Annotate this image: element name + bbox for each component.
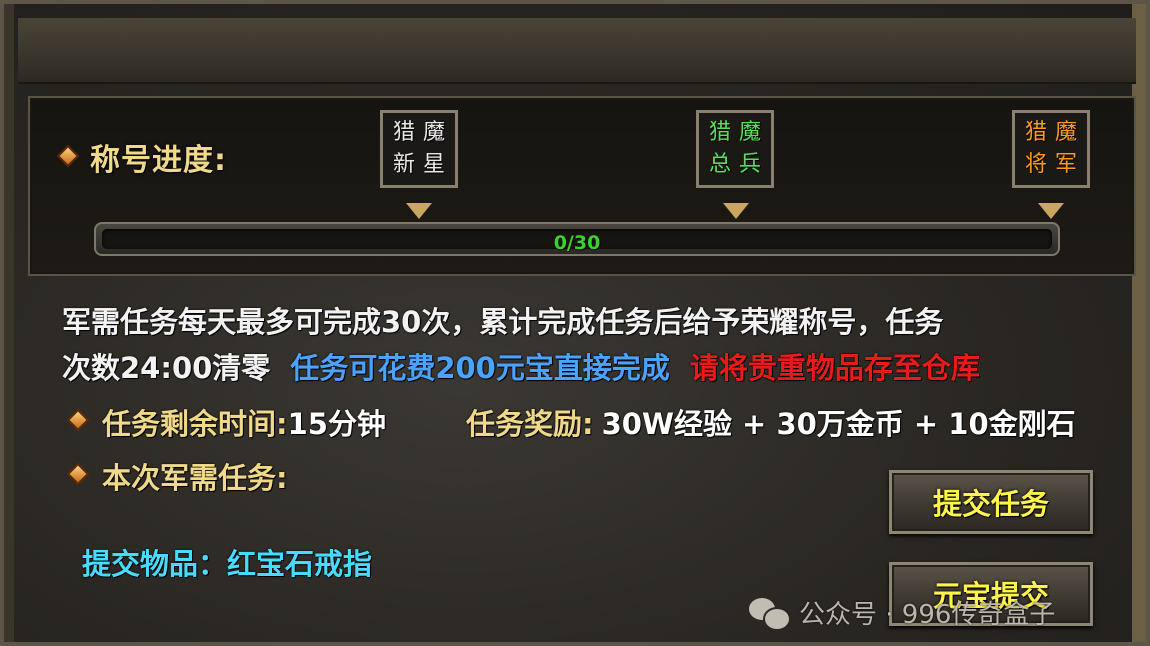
milestone-commander-line2: 总兵 xyxy=(708,152,769,177)
milestone-rookie-line2: 新星 xyxy=(392,152,453,177)
yuanbao-complete-hint: 任务可花费200元宝直接完成 xyxy=(290,351,670,385)
diamond-bullet-icon xyxy=(66,462,90,486)
storage-warning: 请将贵重物品存至仓库 xyxy=(689,351,980,385)
task-time-row: 任务剩余时间:15分钟 xyxy=(102,401,386,443)
task-reward-row: 任务奖励: 30W经验 + 30万金币 + 10金刚石 xyxy=(466,401,1076,443)
task-time-value: 15分钟 xyxy=(287,407,386,441)
description-line2: 次数24:00清零 任务可花费200元宝直接完成 请将贵重物品存至仓库 xyxy=(62,345,980,387)
milestone-commander-line1: 猎魔 xyxy=(708,120,769,145)
title-progress-label: 称号进度: xyxy=(90,143,227,178)
task-window: 称号进度: 猎魔 新星 猎魔 总兵 猎魔 将军 0/30 军需任务每天最多可完成… xyxy=(0,0,1150,646)
milestone-commander-pointer-icon xyxy=(723,203,749,219)
description-line1: 军需任务每天最多可完成30次，累计完成任务后给予荣耀称号，任务 xyxy=(62,305,944,339)
milestone-general-line2: 将军 xyxy=(1024,152,1085,177)
milestone-rookie-pointer-icon xyxy=(406,203,432,219)
milestone-commander: 猎魔 总兵 xyxy=(696,110,774,188)
watermark-text: 公众号 · 996传奇盒子 xyxy=(799,600,1056,630)
submit-item-text: 提交物品：红宝石戒指 xyxy=(82,547,373,581)
submit-task-button[interactable]: 提交任务 xyxy=(889,470,1093,534)
milestone-general-line1: 猎魔 xyxy=(1024,120,1085,145)
watermark: 公众号 · 996传奇盒子 xyxy=(749,594,1055,631)
milestone-rookie: 猎魔 新星 xyxy=(380,110,458,188)
window-title-bar xyxy=(18,18,1136,84)
title-progress-bar: 0/30 xyxy=(94,222,1060,256)
milestone-rookie-line1: 猎魔 xyxy=(392,120,453,145)
progress-text: 0/30 xyxy=(553,232,601,254)
current-task-label: 本次军需任务: xyxy=(102,461,288,495)
task-reward-label: 任务奖励: xyxy=(466,407,594,441)
progress-track: 0/30 xyxy=(102,229,1052,254)
milestone-general: 猎魔 将军 xyxy=(1012,110,1090,188)
wechat-icon xyxy=(749,597,791,631)
task-time-label: 任务剩余时间: xyxy=(102,407,288,441)
milestone-general-pointer-icon xyxy=(1038,203,1064,219)
task-reward-value: 30W经验 + 30万金币 + 10金刚石 xyxy=(601,407,1076,441)
reset-time-text: 次数24:00清零 xyxy=(62,351,271,385)
diamond-bullet-icon xyxy=(66,408,90,432)
